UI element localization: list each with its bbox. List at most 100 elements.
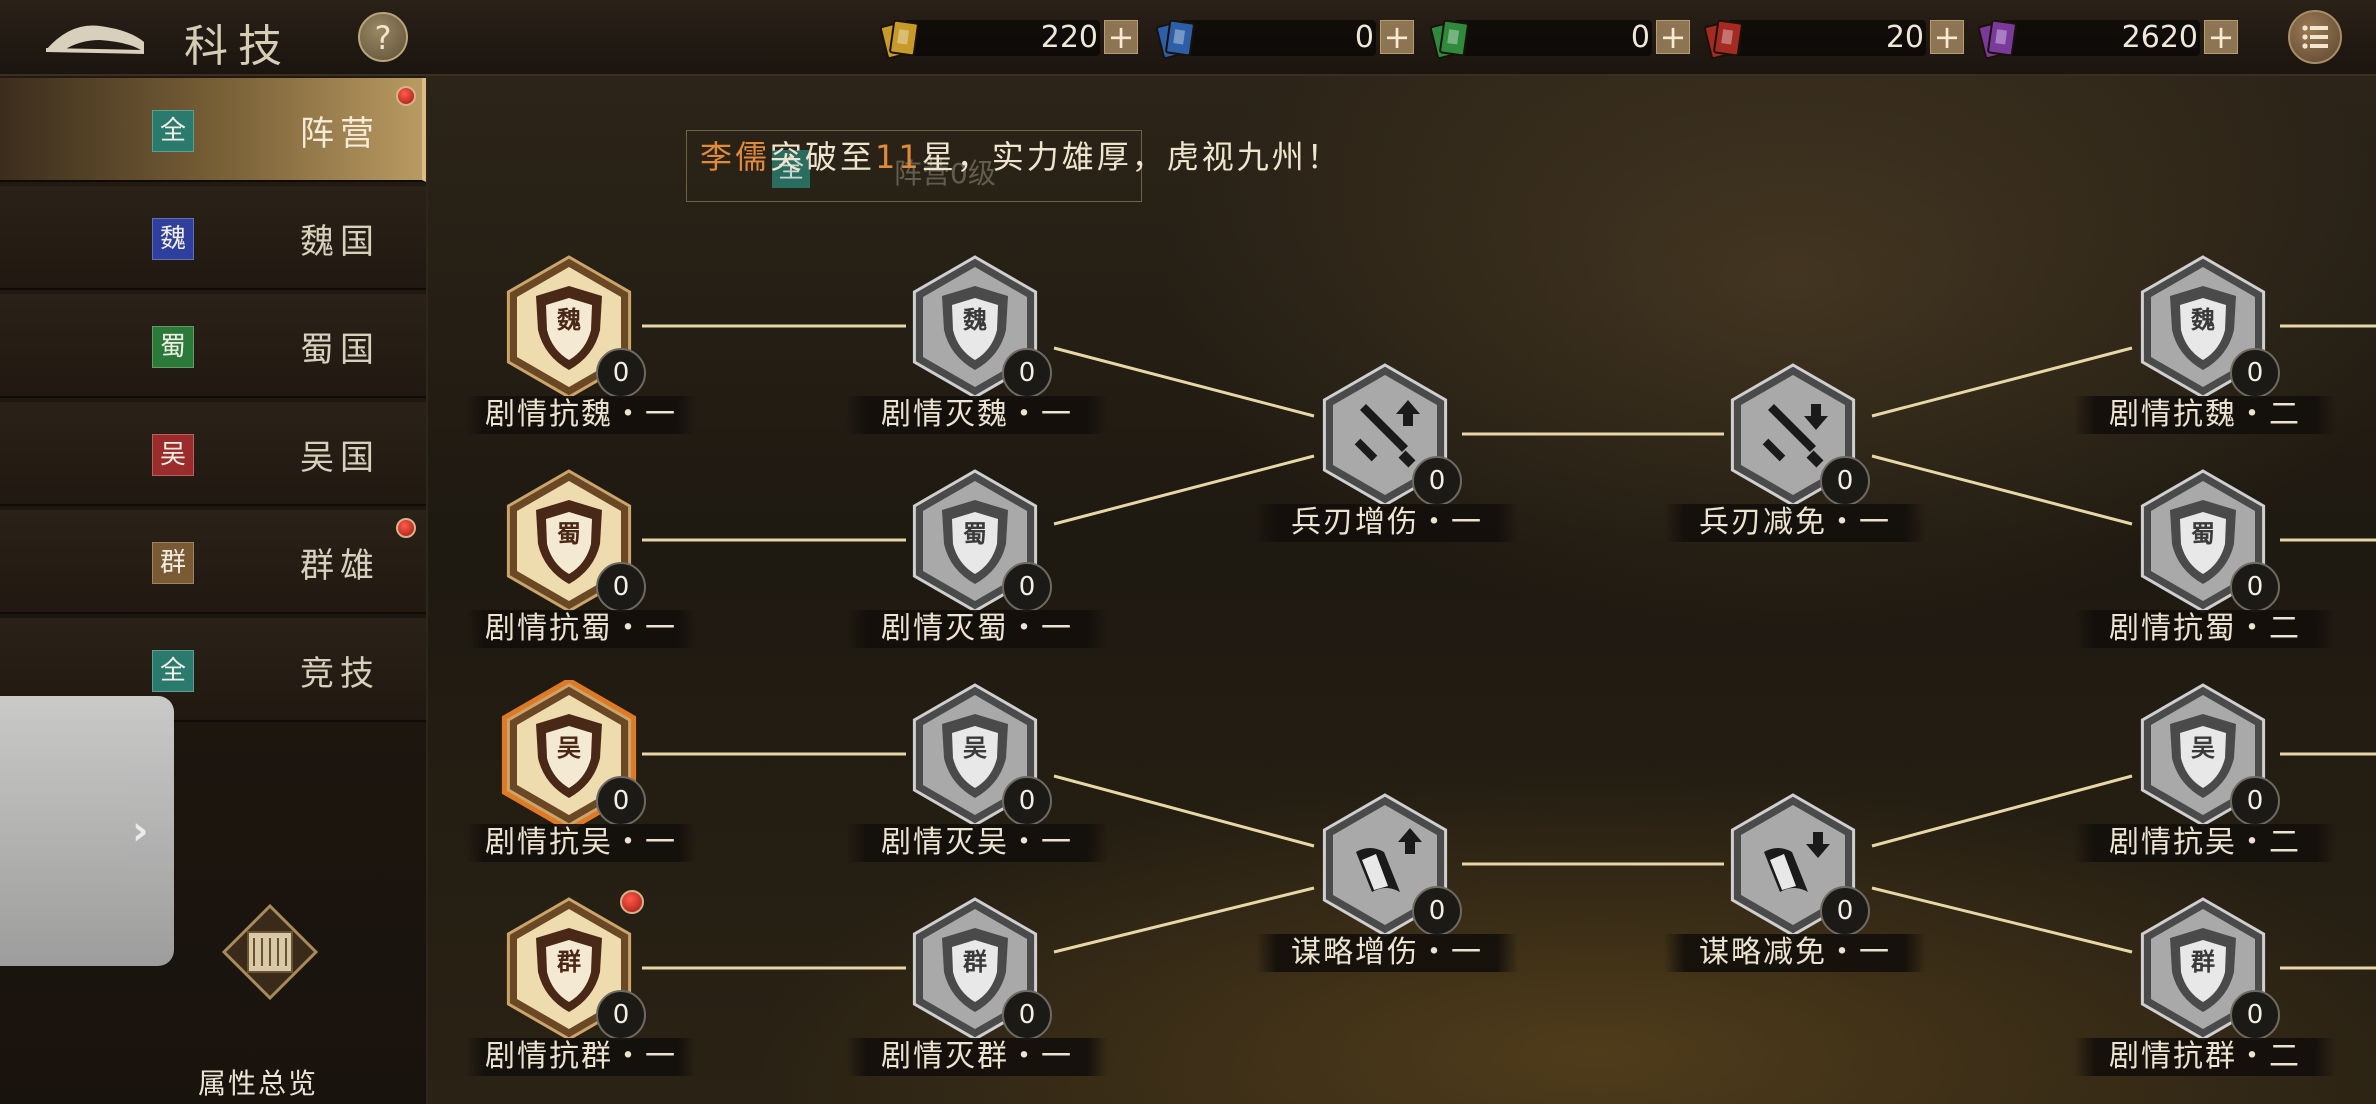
node-faction-glyph: 群	[963, 948, 987, 976]
sidebar-tab-1[interactable]: 魏 魏国	[0, 186, 426, 290]
node-faction-glyph: 蜀	[2191, 520, 2215, 548]
sidebar-tab-4[interactable]: 群 群雄	[0, 510, 426, 614]
tech-node-r1c2[interactable]: 魏0	[900, 252, 1052, 402]
resource-value: 0	[1630, 20, 1650, 55]
node-level-count: 0	[1002, 348, 1052, 398]
tech-node-label: 剧情灭吴・一	[846, 824, 1108, 862]
node-level-count: 0	[596, 990, 646, 1040]
node-level-count: 0	[596, 562, 646, 612]
node-faction-glyph: 魏	[557, 306, 581, 334]
tech-node-label: 剧情抗群・一	[466, 1038, 696, 1076]
node-faction-glyph: 吴	[557, 734, 581, 762]
tech-node-r2c2[interactable]: 蜀0	[900, 466, 1052, 616]
tech-node-r4c3[interactable]: 群0	[2128, 894, 2280, 1044]
notification-dot	[620, 890, 644, 914]
notice-text-b: 星，实力雄厚，虎视九州！	[921, 138, 1342, 176]
node-level-count: 0	[1002, 562, 1052, 612]
faction-badge: 全	[152, 110, 194, 152]
tech-node-label: 剧情抗魏・二	[2074, 396, 2336, 434]
resource-blue-token: 0 +	[1154, 14, 1416, 62]
node-faction-glyph: 吴	[2191, 734, 2215, 762]
menu-button[interactable]	[2288, 10, 2342, 64]
tech-node-label: 剧情抗魏・一	[466, 396, 696, 434]
tech-node-m2[interactable]: 0	[1718, 360, 1870, 510]
sidebar-tab-label: 吴国	[300, 438, 380, 478]
tech-node-label: 兵刃增伤・一	[1256, 504, 1518, 542]
node-level-count: 0	[2230, 776, 2280, 826]
scroll-book-icon	[221, 903, 319, 1001]
resource-add-button[interactable]: +	[1380, 20, 1414, 54]
attribute-overview-button[interactable]: 属性总览	[190, 902, 350, 1102]
tech-node-label: 剧情灭蜀・一	[846, 610, 1108, 648]
sidebar-tab-label: 群雄	[300, 546, 380, 586]
help-button[interactable]: ?	[358, 12, 408, 62]
tech-node-label: 谋略增伤・一	[1256, 934, 1518, 972]
tech-node-r2c3[interactable]: 蜀0	[2128, 466, 2280, 616]
tech-node-label: 剧情抗蜀・一	[466, 610, 696, 648]
node-level-count: 0	[1412, 886, 1462, 936]
sidebar-tab-3[interactable]: 吴 吴国	[0, 402, 426, 506]
sidebar-tab-label: 阵营	[300, 114, 380, 154]
tech-node-r4c1[interactable]: 群0	[494, 890, 646, 1044]
chevron-right-icon: ›	[132, 808, 149, 854]
sidebar-tab-label: 竞技	[300, 654, 380, 694]
resource-add-button[interactable]: +	[1930, 20, 1964, 54]
node-level-count: 0	[1820, 456, 1870, 506]
tech-node-r1c3[interactable]: 魏0	[2128, 252, 2280, 402]
tech-node-label: 剧情抗吴・二	[2074, 824, 2336, 862]
node-level-count: 0	[596, 776, 646, 826]
node-faction-glyph: 群	[2191, 948, 2215, 976]
tech-node-r3c3[interactable]: 吴0	[2128, 680, 2280, 830]
top-bar: 科技 ? 220 +0 +0 +20 +2620 +	[0, 0, 2376, 76]
back-button[interactable]	[40, 12, 150, 62]
faction-badge: 群	[152, 542, 194, 584]
faction-badge: 魏	[152, 218, 194, 260]
resource-red-token: 20 +	[1702, 14, 1966, 62]
node-faction-glyph: 群	[557, 948, 581, 976]
sidebar-tab-label: 蜀国	[300, 330, 380, 370]
tech-node-r3c2[interactable]: 吴0	[900, 680, 1052, 830]
side-drawer-handle[interactable]: ›	[0, 696, 174, 966]
resource-green-token: 0 +	[1428, 14, 1692, 62]
page-title: 科技	[184, 21, 292, 72]
tech-node-label: 谋略减免・一	[1664, 934, 1926, 972]
faction-badge: 全	[152, 650, 194, 692]
node-level-count: 0	[1412, 456, 1462, 506]
node-level-count: 0	[2230, 562, 2280, 612]
resource-add-button[interactable]: +	[1656, 20, 1690, 54]
tech-node-m1[interactable]: 0	[1310, 360, 1462, 510]
faction-badge: 吴	[152, 434, 194, 476]
node-level-count: 0	[1820, 886, 1870, 936]
resource-add-button[interactable]: +	[1104, 20, 1138, 54]
resource-add-button[interactable]: +	[2204, 20, 2238, 54]
sidebar-tab-label: 魏国	[300, 222, 380, 262]
tech-node-r2c1[interactable]: 蜀0	[494, 466, 646, 616]
tech-node-m4[interactable]: 0	[1718, 790, 1870, 940]
notice-level: 11	[875, 138, 922, 176]
notification-dot	[396, 518, 416, 538]
node-level-count: 0	[2230, 990, 2280, 1040]
list-menu-icon	[2302, 25, 2328, 49]
node-faction-glyph: 魏	[2191, 306, 2215, 334]
notification-dot	[396, 86, 416, 106]
sidebar-tab-0[interactable]: 全 阵营	[0, 78, 426, 182]
back-arrow-icon	[45, 25, 145, 54]
node-level-count: 0	[1002, 776, 1052, 826]
node-level-count: 0	[596, 348, 646, 398]
faction-badge: 蜀	[152, 326, 194, 368]
tech-node-label: 剧情灭群・一	[846, 1038, 1108, 1076]
tech-node-r1c1[interactable]: 魏0	[494, 252, 646, 402]
notice-text: 李儒突破至11星，实力雄厚，虎视九州！	[700, 132, 1342, 178]
sidebar-tab-2[interactable]: 蜀 蜀国	[0, 294, 426, 398]
resource-yellow-token: 220 +	[878, 14, 1140, 62]
tech-node-m3[interactable]: 0	[1310, 790, 1462, 940]
tech-node-label: 剧情灭魏・一	[846, 396, 1108, 434]
tech-node-label: 剧情抗蜀・二	[2074, 610, 2336, 648]
tech-node-r3c1[interactable]: 吴0	[494, 680, 646, 830]
resource-value: 0	[1354, 20, 1374, 55]
tech-node-r4c2[interactable]: 群0	[900, 894, 1052, 1044]
resource-value: 20	[1885, 20, 1924, 55]
node-faction-glyph: 吴	[963, 734, 987, 762]
resource-value: 2620	[2121, 20, 2198, 55]
resource-value: 220	[1040, 20, 1098, 55]
